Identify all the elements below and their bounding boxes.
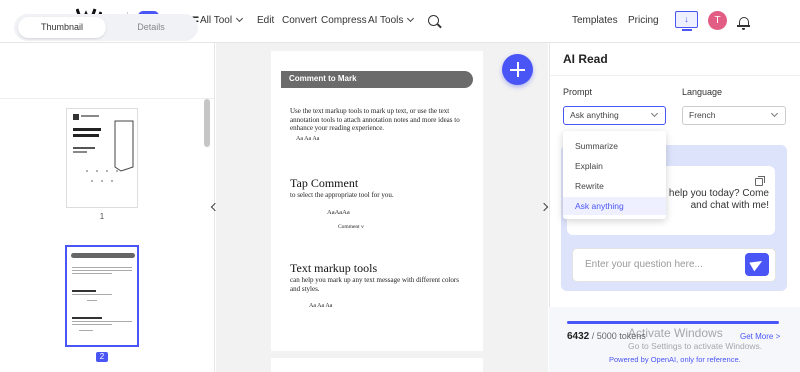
prompt-label: Prompt bbox=[563, 87, 593, 97]
page-thumbnail-1[interactable] bbox=[66, 108, 138, 208]
get-more-link[interactable]: Get More > bbox=[740, 332, 780, 341]
copy-icon[interactable] bbox=[755, 176, 765, 186]
tab-details[interactable]: Details bbox=[107, 17, 195, 38]
doc-paragraph-3: can help you mark up any text message wi… bbox=[290, 276, 459, 293]
download-desktop-icon[interactable]: ↓ bbox=[675, 11, 698, 31]
nav-ai-tools-label: AI Tools bbox=[368, 15, 404, 26]
language-select-value: French bbox=[689, 110, 716, 120]
token-progress-bar bbox=[567, 321, 779, 324]
prompt-option-explain[interactable]: Explain bbox=[563, 157, 666, 175]
doc-paragraph-2: to select the appropriate tool for you. bbox=[290, 191, 394, 199]
nav-compress[interactable]: Compress bbox=[321, 15, 367, 26]
chevron-down-icon bbox=[770, 109, 779, 118]
page-thumbnail-2[interactable] bbox=[65, 245, 139, 347]
document-page-next bbox=[271, 358, 483, 372]
divider bbox=[0, 98, 214, 99]
activate-windows-watermark: Activate Windows bbox=[628, 326, 723, 340]
thumbnail-scrollbar[interactable] bbox=[204, 99, 210, 147]
send-button[interactable] bbox=[745, 253, 769, 276]
prompt-option-rewrite[interactable]: Rewrite bbox=[563, 177, 666, 195]
doc-paragraph-1: Use the text markup tools to mark up tex… bbox=[290, 107, 460, 132]
nav-edit[interactable]: Edit bbox=[257, 15, 274, 26]
doc-sample-3: Comment v bbox=[338, 224, 364, 230]
prompt-dropdown: Summarize Explain Rewrite Ask anything bbox=[563, 131, 666, 219]
doc-heading-tap-comment: Tap Comment bbox=[290, 176, 359, 190]
powered-by-text: Powered by OpenAI, only for reference. bbox=[609, 355, 741, 364]
bell-icon[interactable] bbox=[737, 17, 750, 30]
tab-thumbnail[interactable]: Thumbnail bbox=[18, 17, 106, 38]
page-number-1: 1 bbox=[99, 212, 105, 221]
avatar[interactable]: T bbox=[708, 11, 727, 30]
tokens-used: 6432 bbox=[567, 331, 590, 342]
doc-samples-4: Aa Aa Aa bbox=[309, 303, 333, 309]
prompt-option-summarize[interactable]: Summarize bbox=[563, 137, 666, 155]
add-button[interactable] bbox=[502, 54, 533, 85]
token-progress-fill bbox=[567, 321, 779, 324]
page-banner: Comment to Mark bbox=[281, 71, 473, 88]
nav-pricing[interactable]: Pricing bbox=[628, 15, 659, 26]
search-icon[interactable] bbox=[428, 15, 439, 26]
thumbnail-content bbox=[73, 114, 134, 182]
doc-heading-text-markup: Text markup tools bbox=[290, 261, 378, 275]
chevron-down-icon bbox=[650, 109, 659, 118]
doc-samples-1: Aa Aa Aa bbox=[296, 136, 320, 142]
doc-sample-2: AaAaAa bbox=[327, 209, 350, 216]
prompt-select[interactable]: Ask anything bbox=[563, 106, 666, 125]
page-number-2: 2 bbox=[96, 352, 108, 362]
language-select[interactable]: French bbox=[682, 106, 786, 125]
nav-all-tool[interactable]: All Tool bbox=[200, 14, 244, 26]
activate-windows-hint: Go to Settings to activate Windows. bbox=[628, 341, 763, 351]
chevron-down-icon bbox=[407, 14, 415, 23]
language-label: Language bbox=[682, 87, 723, 97]
chevron-down-icon bbox=[236, 14, 244, 23]
thumbnail-content bbox=[71, 253, 135, 331]
prompt-select-value: Ask anything bbox=[570, 110, 619, 120]
nav-templates[interactable]: Templates bbox=[572, 15, 618, 26]
ai-read-title: AI Read bbox=[563, 52, 608, 66]
divider bbox=[549, 75, 800, 76]
prompt-option-ask-anything[interactable]: Ask anything bbox=[563, 197, 666, 215]
nav-ai-tools[interactable]: AI Tools bbox=[368, 14, 415, 26]
panel-tabs: Thumbnail Details bbox=[14, 14, 198, 41]
nav-convert[interactable]: Convert bbox=[282, 15, 317, 26]
page-banner-text: Comment to Mark bbox=[289, 74, 357, 83]
document-page bbox=[271, 51, 483, 351]
nav-all-tool-label: All Tool bbox=[200, 15, 233, 26]
